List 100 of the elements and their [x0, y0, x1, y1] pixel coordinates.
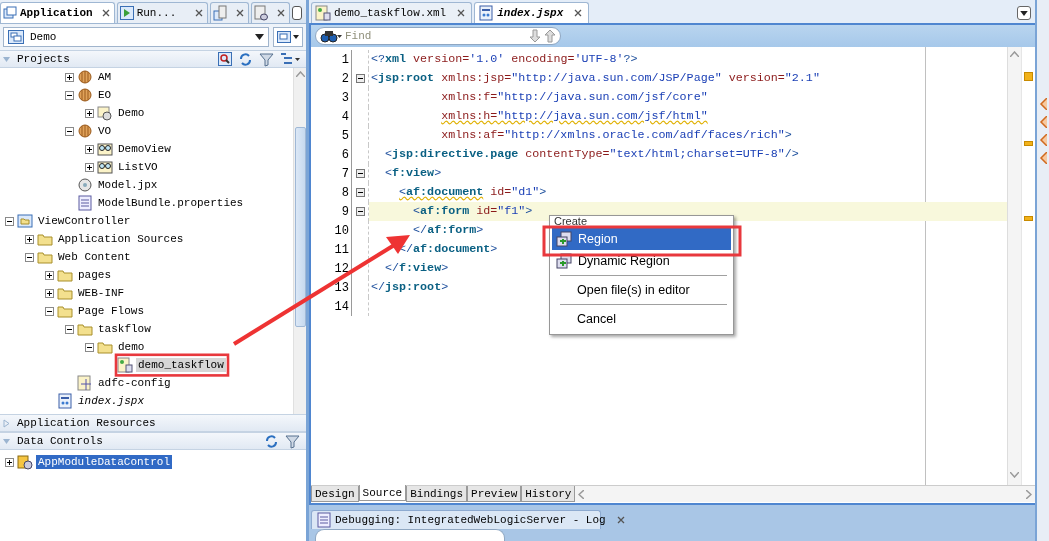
view-tab[interactable]: Design [311, 486, 359, 502]
tree-item[interactable]: ViewController [0, 212, 293, 230]
caret-icon [1020, 10, 1028, 16]
expand-toggle[interactable] [45, 270, 54, 280]
scrollbar[interactable] [293, 68, 306, 414]
expand-toggle[interactable] [65, 324, 74, 334]
tree-item[interactable]: adfc-config [0, 374, 293, 392]
close-icon[interactable] [277, 9, 286, 17]
expand-toggle[interactable] [25, 234, 34, 244]
expand-toggle[interactable] [45, 288, 54, 298]
fold-toggle[interactable] [355, 74, 365, 83]
arrow-up-icon[interactable] [544, 29, 556, 43]
tree-item[interactable]: Web Content [0, 248, 293, 266]
scroll-left-icon[interactable] [578, 489, 585, 499]
warning-marker[interactable] [1024, 141, 1033, 146]
window-icon [277, 31, 291, 43]
menu-item[interactable]: Region [552, 228, 731, 250]
panel-header[interactable]: Projects [0, 50, 306, 68]
diamond-icon[interactable] [1039, 116, 1047, 128]
expand-toggle[interactable] [65, 90, 74, 100]
minimize-button[interactable] [292, 6, 302, 20]
diamond-icon[interactable] [1039, 98, 1047, 110]
application-dropdown[interactable]: Demo [3, 27, 269, 47]
fold-toggle[interactable] [355, 188, 365, 197]
tree-item[interactable]: pages [0, 266, 293, 284]
find-field[interactable] [315, 529, 505, 541]
list-options-icon[interactable] [280, 52, 300, 66]
tree-item[interactable]: VO [0, 122, 293, 140]
scrollbar[interactable] [1007, 47, 1021, 485]
menu-item[interactable]: Open file(s) in editor [552, 279, 731, 301]
application-menu-button[interactable] [273, 27, 303, 47]
window-icon [3, 6, 17, 20]
tree-item[interactable]: ModelBundle.properties [0, 194, 293, 212]
close-icon[interactable] [195, 9, 204, 17]
code-line: </jsp:root> [371, 279, 449, 296]
code-line: <jsp:directive.page contentType="text/html;charset=UTF-8"/> [384, 146, 799, 163]
diamond-icon[interactable] [1039, 134, 1047, 146]
tree-item[interactable]: index.jspx [0, 392, 293, 410]
expand-toggle[interactable] [85, 342, 94, 352]
scroll-up-icon[interactable] [1010, 51, 1019, 57]
expand-toggle[interactable] [5, 457, 14, 467]
scroll-thumb[interactable] [294, 127, 306, 327]
search-icon[interactable] [218, 52, 232, 66]
tree-item[interactable]: Model.jpx [0, 176, 293, 194]
close-icon[interactable] [236, 9, 245, 17]
panel-tab[interactable]: Application [0, 2, 115, 23]
tree-item[interactable]: Page Flows [0, 302, 293, 320]
close-icon[interactable] [457, 9, 466, 17]
horizontal-scrollbar[interactable] [575, 486, 1035, 502]
refresh-icon[interactable] [238, 51, 253, 67]
editor-tab[interactable]: index.jspx [474, 2, 590, 23]
expand-toggle[interactable] [45, 306, 54, 316]
panel-header[interactable]: Data Controls [0, 432, 306, 450]
tree-item[interactable]: Demo [0, 104, 293, 122]
find-field[interactable]: Find [315, 27, 561, 45]
tree-item[interactable]: AM [0, 68, 293, 86]
fold-toggle[interactable] [355, 169, 365, 178]
arrow-down-icon[interactable] [529, 29, 541, 43]
expand-toggle[interactable] [85, 162, 94, 172]
panel-tab[interactable] [251, 2, 291, 23]
tree-item[interactable]: AppModuleDataControl [0, 453, 306, 471]
view-tab[interactable]: History [521, 486, 576, 502]
expand-toggle[interactable] [65, 72, 74, 82]
menu-item[interactable]: Dynamic Region [552, 250, 731, 272]
close-icon[interactable] [616, 516, 625, 525]
tree-item[interactable]: ListVO [0, 158, 293, 176]
expand-toggle[interactable] [65, 126, 74, 136]
find-input[interactable]: Find [345, 30, 526, 42]
tab-list-button[interactable] [1017, 6, 1031, 20]
view-tab[interactable]: Source [358, 485, 407, 501]
filter-icon[interactable] [285, 433, 300, 449]
tree-item[interactable]: taskflow [0, 320, 293, 338]
tree-item[interactable]: demo [0, 338, 293, 356]
expand-toggle[interactable] [85, 144, 94, 154]
diamond-icon[interactable] [1039, 152, 1047, 164]
panel-header[interactable]: Application Resources [0, 414, 306, 432]
view-tab[interactable]: Preview [467, 486, 522, 502]
warning-marker[interactable] [1024, 72, 1033, 81]
expand-toggle[interactable] [85, 108, 94, 118]
tree-item[interactable]: EO [0, 86, 293, 104]
editor-tab[interactable]: demo_taskflow.xml [311, 2, 473, 23]
refresh-icon[interactable] [264, 433, 279, 449]
tree-item[interactable]: DemoView [0, 140, 293, 158]
scroll-right-icon[interactable] [1026, 489, 1032, 499]
scroll-down-icon[interactable] [1010, 472, 1019, 478]
panel-tab[interactable]: Run... [116, 2, 209, 23]
menu-item[interactable]: Cancel [552, 308, 731, 330]
filter-icon[interactable] [259, 51, 274, 67]
tree-item[interactable]: demo_taskflow [0, 356, 293, 374]
warning-marker[interactable] [1024, 216, 1033, 221]
close-icon[interactable] [101, 9, 110, 17]
panel-tab[interactable] [210, 2, 250, 23]
tree-item[interactable]: WEB-INF [0, 284, 293, 302]
expand-toggle[interactable] [25, 252, 34, 262]
binoculars-icon[interactable] [320, 29, 342, 43]
view-tab[interactable]: Bindings [406, 486, 468, 502]
expand-toggle[interactable] [5, 216, 14, 226]
close-icon[interactable] [574, 9, 583, 17]
tree-item[interactable]: Application Sources [0, 230, 293, 248]
fold-toggle[interactable] [355, 207, 365, 216]
